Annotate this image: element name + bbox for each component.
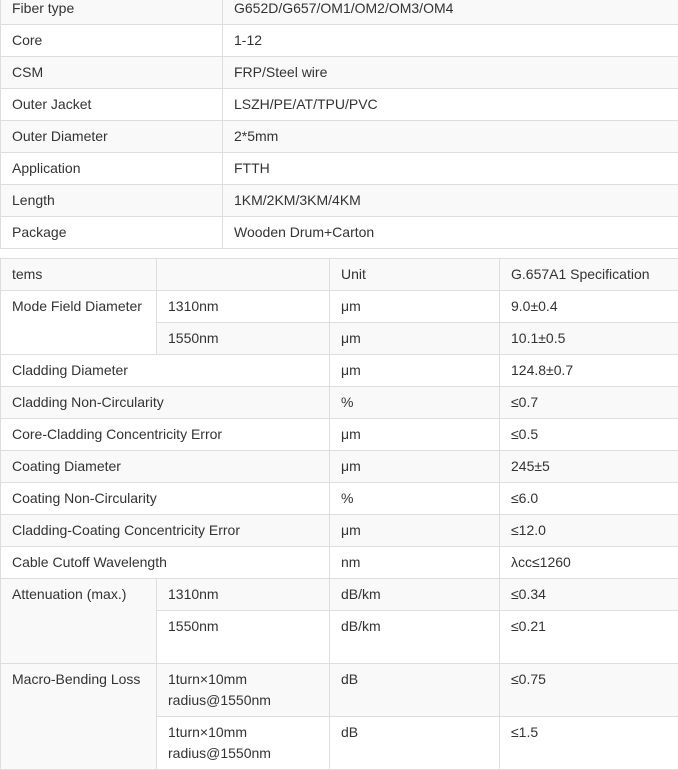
row-spec: λcc≤1260 [499,546,678,579]
spec-label: Outer Jacket [0,88,223,121]
spec-row-outer-jacket: Outer Jacket LSZH/PE/AT/TPU/PVC [0,88,678,121]
row-label: Core-Cladding Concentricity Error [0,418,330,451]
row-label: Coating Non-Circularity [0,482,330,515]
row-spec: ≤0.34 [499,578,678,611]
row-spec: ≤1.5 [499,716,678,770]
header-sub [156,258,330,291]
spec-label: Outer Diameter [0,120,223,153]
row-sub: 1turn×10mm radius@1550nm [156,716,330,770]
table-row: Macro-Bending Loss 1turn×10mm radius@155… [0,663,678,770]
row-unit: dB/km [329,610,500,664]
row-spec: 9.0±0.4 [499,290,678,323]
spec-label: Application [0,152,223,185]
row-unit: μm [329,354,500,387]
spec-value: 1-12 [222,24,678,57]
row-unit: μm [329,290,500,323]
row-label: Coating Diameter [0,450,330,483]
spec-value: 2*5mm [222,120,678,153]
header-unit: Unit [329,258,500,291]
spec-value: LSZH/PE/AT/TPU/PVC [222,88,678,121]
table-row: Coating Non-Circularity % ≤6.0 [0,482,678,515]
row-unit: μm [329,514,500,547]
spec-row-length: Length 1KM/2KM/3KM/4KM [0,184,678,217]
row-spec: 245±5 [499,450,678,483]
row-unit: μm [329,418,500,451]
row-unit: μm [329,450,500,483]
row-sub: 1310nm [156,578,330,611]
row-label: Cladding Non-Circularity [0,386,330,419]
row-sub: 1turn×10mm radius@1550nm [156,663,330,717]
row-unit: dB [329,716,500,770]
spec-row-outer-diameter: Outer Diameter 2*5mm [0,120,678,153]
row-spec: 10.1±0.5 [499,322,678,355]
table-row: Cladding Diameter μm 124.8±0.7 [0,354,678,387]
spec-label: Length [0,184,223,217]
table-row: Cladding-Coating Concentricity Error μm … [0,514,678,547]
header-spec: G.657A1 Specification [499,258,678,291]
table-row: Cable Cutoff Wavelength nm λcc≤1260 [0,546,678,579]
spec-value: Wooden Drum+Carton [222,216,678,249]
spec-label: Package [0,216,223,249]
spec-row-csm: CSM FRP/Steel wire [0,56,678,89]
row-unit: dB [329,663,500,717]
row-unit: dB/km [329,578,500,611]
header-items: tems [0,258,157,291]
spec-row-package: Package Wooden Drum+Carton [0,216,678,249]
spec-row-fiber-type: Fiber type G652D/G657/OM1/OM2/OM3/OM4 [0,0,678,25]
spec-row-core: Core 1-12 [0,24,678,57]
row-spec: ≤0.7 [499,386,678,419]
fiber-spec-table: tems Unit G.657A1 Specification Mode Fie… [0,258,678,770]
row-spec: 124.8±0.7 [499,354,678,387]
row-sub: 1550nm [156,610,330,664]
spec-value: G652D/G657/OM1/OM2/OM3/OM4 [222,0,678,25]
row-label: Cable Cutoff Wavelength [0,546,330,579]
row-spec: ≤0.5 [499,418,678,451]
row-spec: ≤0.21 [499,610,678,664]
spec-label: Core [0,24,223,57]
spec-value: FTTH [222,152,678,185]
spec-value: 1KM/2KM/3KM/4KM [222,184,678,217]
table-header-row: tems Unit G.657A1 Specification [0,258,678,291]
spec-row-application: Application FTTH [0,152,678,185]
table-row: Mode Field Diameter 1310nm μm 9.0±0.4 [0,290,678,355]
row-sub: 1310nm [156,290,330,323]
row-label: Cladding Diameter [0,354,330,387]
mode-field-label: Mode Field Diameter [0,290,157,355]
row-unit: % [329,482,500,515]
row-sub: 1550nm [156,322,330,355]
table-row: Coating Diameter μm 245±5 [0,450,678,483]
spec-label: CSM [0,56,223,89]
table-row: Attenuation (max.) 1310nm dB/km ≤0.34 [0,578,678,664]
row-spec: ≤12.0 [499,514,678,547]
row-unit: % [329,386,500,419]
macro-bending-label: Macro-Bending Loss [0,663,157,770]
row-unit: μm [329,322,500,355]
table-row: Core-Cladding Concentricity Error μm ≤0.… [0,418,678,451]
row-unit: nm [329,546,500,579]
attenuation-label: Attenuation (max.) [0,578,157,664]
row-spec: ≤6.0 [499,482,678,515]
spec-table: Fiber type G652D/G657/OM1/OM2/OM3/OM4 Cor… [0,0,678,249]
row-spec: ≤0.75 [499,663,678,717]
spec-value: FRP/Steel wire [222,56,678,89]
spec-label: Fiber type [0,0,223,25]
row-label: Cladding-Coating Concentricity Error [0,514,330,547]
table-row: Cladding Non-Circularity % ≤0.7 [0,386,678,419]
